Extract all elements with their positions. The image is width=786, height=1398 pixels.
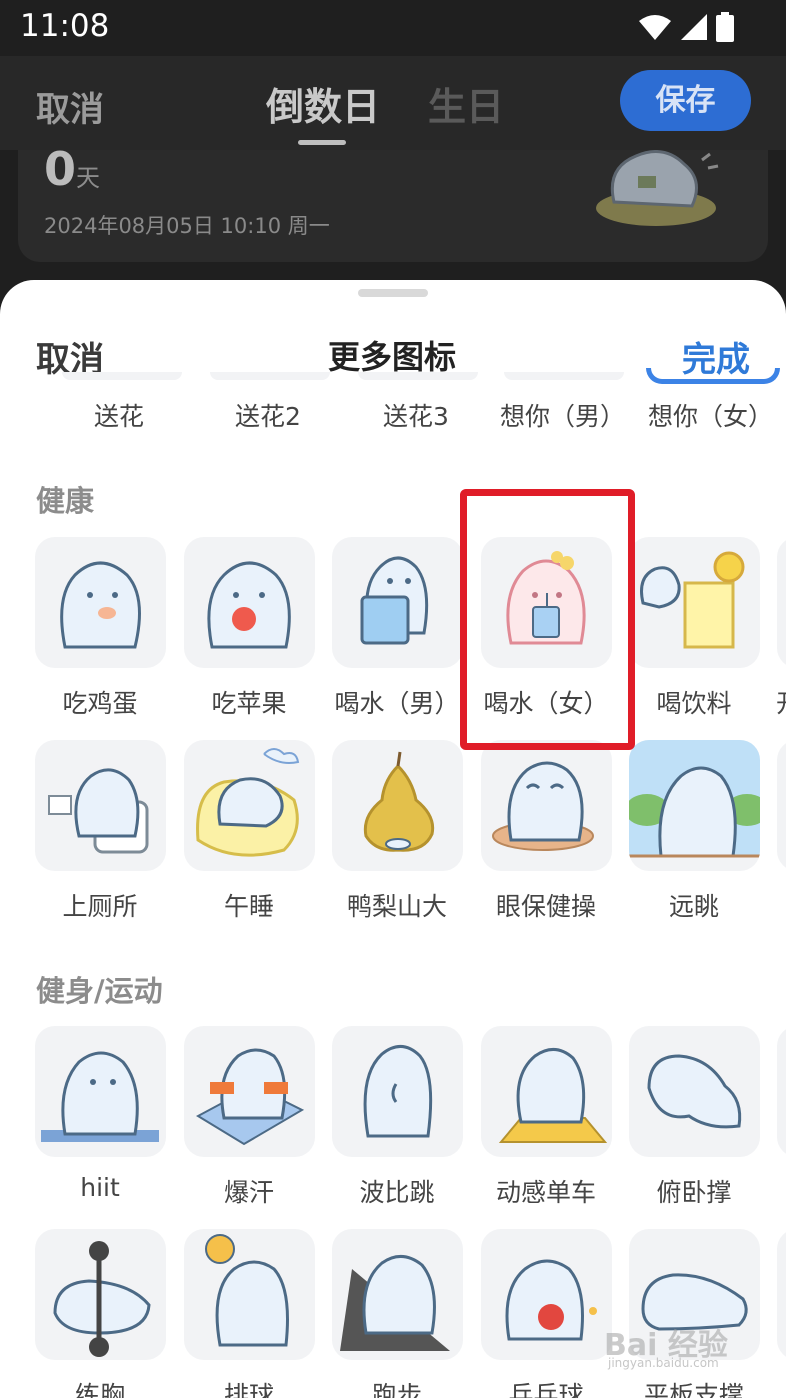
selection-highlight-box	[460, 489, 635, 750]
icon-label: 跑步	[371, 1381, 422, 1398]
battery-icon	[716, 12, 734, 42]
ghost-barbell-icon	[53, 1241, 151, 1357]
icon-label: 想你（男）	[500, 402, 626, 431]
icon-tile-nap[interactable]	[184, 740, 315, 871]
ghost-volleyball-icon	[205, 1234, 289, 1347]
pear-icon	[363, 751, 435, 852]
icon-tile-running[interactable]	[332, 1229, 463, 1360]
icon-tile-pushup[interactable]	[629, 1026, 760, 1157]
status-bar: 11:08	[0, 0, 786, 56]
icon-label: hiit	[80, 1173, 120, 1202]
icon-label: 鸭梨山大	[346, 892, 447, 921]
icon-label: 想你（女）	[648, 402, 774, 431]
icon-tile-eye-exercise[interactable]	[481, 740, 612, 871]
icon-tile-partial[interactable]	[210, 372, 330, 380]
watermark-subtext: jingyan.baidu.com	[608, 1356, 719, 1370]
ghost-ping-pong-icon	[505, 1259, 597, 1341]
icon-tile-partial[interactable]	[358, 372, 478, 380]
icon-tile-drink-juice[interactable]	[629, 537, 760, 668]
icon-label: 俯卧撑	[656, 1178, 732, 1207]
more-icons-sheet: 取消 更多图标 完成 送花 送花2 送花3 想你（男） 想你（女） 健康 吃鸡蛋…	[0, 280, 786, 1398]
icon-tile-ping-pong[interactable]	[481, 1229, 612, 1360]
cellular-signal-icon	[681, 14, 707, 40]
icon-label: 平板支撑	[643, 1381, 744, 1398]
event-date: 2024年08月05日 10:10 周一	[44, 214, 330, 238]
icon-label: 喝水（男）	[334, 689, 460, 718]
status-icons	[638, 12, 734, 42]
icon-tile-partial[interactable]	[62, 372, 182, 380]
icon-label: 上厕所	[62, 892, 138, 921]
ghost-pushup-icon	[647, 1054, 742, 1129]
ghost-drinking-water-male-icon	[360, 556, 429, 645]
icon-tile-look-far[interactable]	[629, 740, 760, 871]
ghost-on-toilet-icon	[48, 768, 149, 854]
icon-label: 吃苹果	[211, 689, 287, 718]
icon-label: 练胸	[74, 1381, 125, 1398]
tab-active-indicator	[298, 140, 346, 145]
icon-tile-partial-right[interactable]	[777, 1026, 786, 1157]
countdown-preview-card[interactable]: 0 天 2024年08月05日 10:10 周一	[18, 142, 768, 262]
icon-label-partial: 开	[776, 684, 786, 720]
icon-label: 眼保健操	[495, 892, 596, 921]
icon-label: 排球	[223, 1381, 274, 1398]
icon-label: 动感单车	[495, 1178, 596, 1207]
ghost-napping-icon	[196, 748, 300, 857]
sheet-drag-handle[interactable]	[358, 289, 428, 297]
ghost-eye-exercise-icon	[492, 761, 594, 851]
ghost-hiit-icon	[41, 1051, 159, 1142]
icon-label: 爆汗	[223, 1178, 274, 1207]
days-count: 0	[44, 142, 77, 196]
sleeping-ghost-icon	[596, 150, 719, 226]
icon-tile-partial-right[interactable]	[777, 1229, 786, 1360]
ghost-eating-apple-icon	[207, 561, 291, 649]
icon-tile-eat-egg[interactable]	[35, 537, 166, 668]
icon-label: 波比跳	[359, 1178, 435, 1207]
icon-label: 喝饮料	[656, 689, 732, 718]
icon-tile-partial-right[interactable]	[777, 740, 786, 871]
icon-tile-pear-stress[interactable]	[332, 740, 463, 871]
icon-tile-sweat[interactable]	[184, 1026, 315, 1157]
tab-birthday[interactable]: 生日	[428, 76, 504, 131]
top-nav-bar: 取消 倒数日 生日 保存	[0, 56, 786, 150]
icon-label: 送花	[94, 402, 145, 431]
ghost-eating-egg-icon	[60, 561, 141, 649]
ghost-dumbbell-sweat-icon	[195, 1048, 305, 1146]
ghost-treadmill-icon	[340, 1255, 450, 1351]
icon-label: 乒乓球	[508, 1381, 584, 1398]
section-title-health: 健康	[36, 484, 95, 518]
icon-label: 远眺	[668, 892, 719, 921]
save-button[interactable]: 保存	[620, 70, 751, 131]
icon-tile-partial[interactable]	[504, 372, 624, 380]
ghost-looking-far-icon	[629, 740, 760, 858]
icon-label: 送花3	[383, 402, 449, 431]
icon-tile-chest[interactable]	[35, 1229, 166, 1360]
status-time: 11:08	[20, 8, 110, 44]
wifi-icon	[639, 15, 671, 40]
icon-tile-volleyball[interactable]	[184, 1229, 315, 1360]
nav-cancel-button[interactable]: 取消	[36, 82, 104, 131]
ghost-burpee-icon	[363, 1045, 433, 1138]
icon-tile-hiit[interactable]	[35, 1026, 166, 1157]
icon-tile-spin-bike[interactable]	[481, 1026, 612, 1157]
days-unit: 天	[76, 164, 100, 192]
icon-label: 吃鸡蛋	[62, 689, 138, 718]
baidu-watermark: Bai 经验 jingyan.baidu.com	[604, 1320, 754, 1370]
icon-label: 午睡	[223, 892, 274, 921]
icon-tile-toilet[interactable]	[35, 740, 166, 871]
section-title-fitness: 健身/运动	[36, 974, 163, 1008]
tab-countdown[interactable]: 倒数日	[266, 76, 380, 131]
icon-tile-partial-right[interactable]	[777, 537, 786, 668]
icon-tile-eat-apple[interactable]	[184, 537, 315, 668]
icon-tile-burpee[interactable]	[332, 1026, 463, 1157]
icon-tile-drink-water-male[interactable]	[332, 537, 463, 668]
ghost-spin-bike-icon	[498, 1048, 608, 1143]
selected-tile-outline[interactable]	[646, 368, 780, 384]
ghost-drinking-juice-icon	[640, 551, 745, 649]
icon-label: 送花2	[235, 402, 301, 431]
